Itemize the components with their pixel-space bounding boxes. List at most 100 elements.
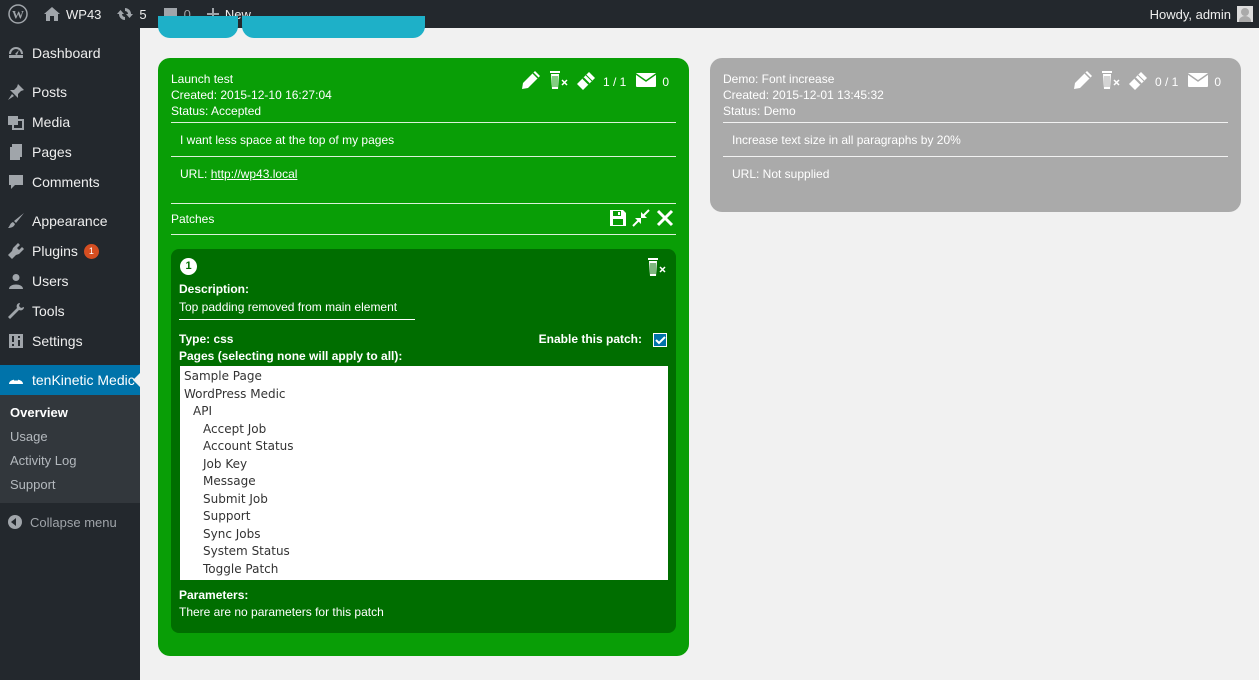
site-name-link[interactable]: WP43 bbox=[36, 0, 109, 28]
submenu-activity-log[interactable]: Activity Log bbox=[0, 449, 140, 473]
page-option[interactable]: API bbox=[180, 403, 668, 421]
job-toolbar: 1 / 1 0 bbox=[521, 70, 669, 93]
admin-sidebar: Dashboard Posts Media Pages Comments App… bbox=[0, 28, 140, 680]
menu-plugins[interactable]: Plugins 1 bbox=[0, 236, 140, 266]
menu-media-label: Media bbox=[32, 114, 71, 130]
job-status: Status: Demo bbox=[723, 104, 796, 118]
menu-dashboard-label: Dashboard bbox=[32, 45, 101, 61]
page-option[interactable]: Sync Jobs bbox=[180, 526, 668, 544]
submenu-usage[interactable]: Usage bbox=[0, 425, 140, 449]
menu-pages-label: Pages bbox=[32, 144, 72, 160]
job-url-row: URL: Not supplied bbox=[732, 167, 830, 181]
menu-tools-label: Tools bbox=[32, 303, 65, 319]
page-option[interactable]: Account Status bbox=[180, 438, 668, 456]
menu-dashboard[interactable]: Dashboard bbox=[0, 38, 140, 68]
patches-heading: Patches bbox=[171, 212, 215, 226]
menu-appearance-label: Appearance bbox=[32, 213, 108, 229]
collapse-menu-button[interactable]: Collapse menu bbox=[0, 507, 140, 537]
message-count: 0 bbox=[662, 74, 669, 89]
pages-label: Pages (selecting none will apply to all)… bbox=[179, 349, 403, 363]
patch-panel: 1 Description: Top padding removed from … bbox=[171, 249, 676, 633]
page-option[interactable]: WordPress Medic bbox=[180, 386, 668, 404]
enable-patch-label: Enable this patch: bbox=[538, 332, 642, 346]
patch-count: 0 / 1 bbox=[1154, 74, 1179, 89]
page-option[interactable]: Support bbox=[180, 508, 668, 526]
menu-comments[interactable]: Comments bbox=[0, 167, 140, 197]
job-description: Increase text size in all paragraphs by … bbox=[732, 133, 961, 147]
delete-trash-icon[interactable] bbox=[1099, 70, 1121, 93]
updates-count: 5 bbox=[139, 6, 147, 22]
wrench-icon bbox=[8, 303, 24, 319]
plugins-update-badge: 1 bbox=[83, 243, 99, 259]
submenu-overview[interactable]: Overview bbox=[0, 401, 140, 425]
plugin-icon bbox=[8, 243, 24, 259]
patch-description-label: Description: bbox=[179, 282, 250, 296]
page-option[interactable]: Job Key bbox=[180, 456, 668, 474]
comment-icon bbox=[8, 174, 24, 190]
updates-link[interactable]: 5 bbox=[109, 0, 154, 28]
submenu-support[interactable]: Support bbox=[0, 473, 140, 497]
my-account-link[interactable]: Howdy, admin bbox=[1142, 0, 1259, 28]
media-icon bbox=[8, 114, 24, 130]
edit-pencil-icon[interactable] bbox=[521, 70, 541, 93]
menu-tenkinetic-medic-label: tenKinetic Medic bbox=[32, 372, 135, 388]
job-toolbar: 0 / 1 0 bbox=[1073, 70, 1221, 93]
delete-trash-icon[interactable] bbox=[547, 70, 569, 93]
medic-icon bbox=[8, 372, 24, 388]
top-action-button-2[interactable] bbox=[242, 16, 425, 38]
medic-submenu: Overview Usage Activity Log Support bbox=[0, 395, 140, 503]
mail-envelope-icon[interactable] bbox=[1187, 72, 1209, 91]
svg-text:W: W bbox=[12, 8, 24, 22]
delete-patch-trash-icon[interactable] bbox=[645, 257, 667, 280]
site-name: WP43 bbox=[66, 6, 102, 22]
parameters-label: Parameters: bbox=[179, 588, 249, 602]
patch-number-badge: 1 bbox=[180, 258, 197, 275]
howdy-text: Howdy, admin bbox=[1149, 6, 1231, 22]
page-option[interactable]: Sample Page bbox=[180, 368, 668, 386]
menu-tools[interactable]: Tools bbox=[0, 296, 140, 326]
home-icon bbox=[44, 7, 60, 21]
menu-media[interactable]: Media bbox=[0, 107, 140, 137]
menu-appearance[interactable]: Appearance bbox=[0, 206, 140, 236]
pages-icon bbox=[8, 144, 24, 160]
menu-plugins-label: Plugins bbox=[32, 243, 78, 259]
page-option[interactable]: System Status bbox=[180, 543, 668, 561]
save-floppy-icon[interactable] bbox=[609, 209, 627, 230]
enable-patch-checkbox[interactable] bbox=[653, 333, 667, 347]
top-action-button-1[interactable] bbox=[158, 16, 238, 38]
url-label: URL: bbox=[180, 167, 211, 181]
menu-pages[interactable]: Pages bbox=[0, 137, 140, 167]
page-option[interactable]: Accept Job bbox=[180, 421, 668, 439]
patches-toolbar bbox=[609, 208, 675, 231]
menu-posts[interactable]: Posts bbox=[0, 77, 140, 107]
avatar bbox=[1237, 6, 1253, 22]
patch-description: Top padding removed from main element bbox=[179, 300, 398, 314]
mail-envelope-icon[interactable] bbox=[635, 72, 657, 91]
menu-settings-label: Settings bbox=[32, 333, 83, 349]
patches-bandage-icon[interactable] bbox=[575, 70, 597, 93]
parameters-text: There are no parameters for this patch bbox=[179, 605, 384, 619]
job-card-demo-font-increase: Demo: Font increase Created: 2015-12-01 … bbox=[710, 58, 1241, 212]
menu-users[interactable]: Users bbox=[0, 266, 140, 296]
page-option[interactable]: Message bbox=[180, 473, 668, 491]
page-option[interactable]: Submit Job bbox=[180, 491, 668, 509]
pages-multiselect[interactable]: Sample Page WordPress Medic API Accept J… bbox=[180, 366, 668, 580]
collapse-arrows-icon[interactable] bbox=[631, 208, 651, 231]
menu-posts-label: Posts bbox=[32, 84, 68, 100]
patches-bandage-icon[interactable] bbox=[1127, 70, 1149, 93]
wordpress-logo-icon[interactable]: W bbox=[0, 0, 36, 28]
menu-tenkinetic-medic[interactable]: tenKinetic Medic bbox=[0, 365, 140, 395]
job-status: Status: Accepted bbox=[171, 104, 262, 118]
refresh-icon bbox=[117, 8, 134, 20]
edit-pencil-icon[interactable] bbox=[1073, 70, 1093, 93]
settings-icon bbox=[8, 333, 24, 349]
job-description: I want less space at the top of my pages bbox=[180, 133, 395, 147]
job-url-link[interactable]: http://wp43.local bbox=[211, 167, 298, 181]
menu-settings[interactable]: Settings bbox=[0, 326, 140, 356]
patch-type: Type: css bbox=[179, 332, 234, 346]
page-option[interactable]: Toggle Patch bbox=[180, 561, 668, 579]
patch-count: 1 / 1 bbox=[602, 74, 627, 89]
close-x-icon[interactable] bbox=[655, 208, 675, 231]
menu-users-label: Users bbox=[32, 273, 69, 289]
pin-icon bbox=[8, 84, 24, 100]
